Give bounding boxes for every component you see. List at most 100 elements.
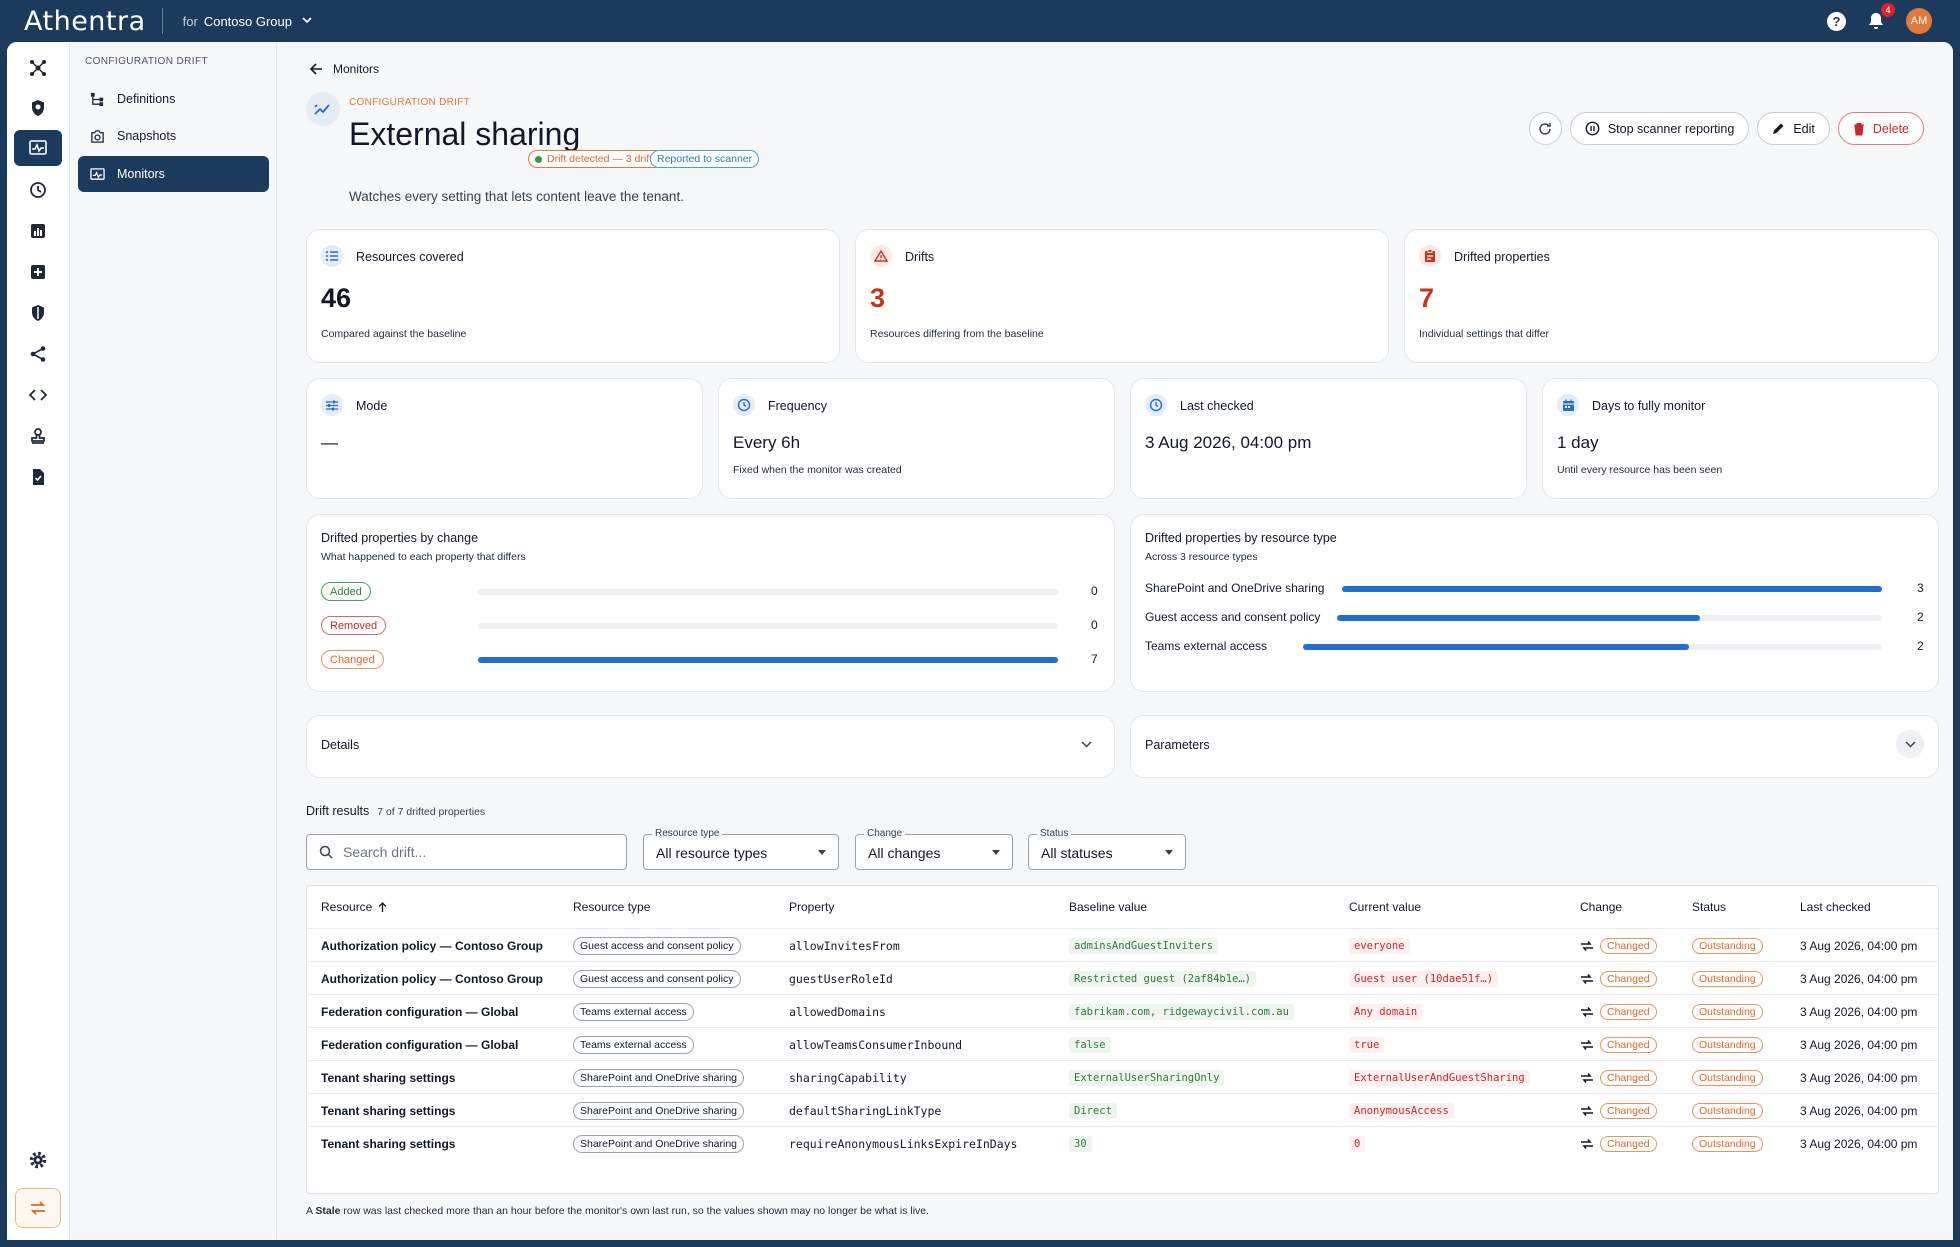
stop-scanner-reporting-button[interactable]: Stop scanner reporting	[1569, 112, 1750, 145]
page-subtitle: Watches every setting that lets content …	[349, 189, 684, 204]
bar-value: 7	[1091, 652, 1098, 666]
bar-track	[1337, 615, 1882, 621]
cell-property-value: defaultSharingLinkType	[789, 1103, 942, 1118]
cell-baseline: adminsAndGuestInviters	[1069, 929, 1219, 962]
cell-current-value: Any domain	[1349, 1003, 1423, 1020]
cell-baseline: Direct	[1069, 1094, 1117, 1127]
shield-search-icon[interactable]	[14, 90, 62, 126]
info-label: Days to fully monitor	[1592, 399, 1706, 413]
add-box-icon[interactable]	[14, 254, 62, 290]
info-label: Mode	[356, 399, 388, 413]
cell-resource: Tenant sharing settings	[321, 1061, 455, 1094]
sort-ascending-icon	[378, 901, 387, 912]
header-actions: Stop scanner reporting Edit Delete	[1528, 112, 1924, 145]
column-header-label: Property	[789, 900, 835, 914]
avatar[interactable]: AM	[1906, 8, 1932, 34]
column-header-label: Resource type	[573, 900, 651, 914]
document-check-icon[interactable]	[14, 459, 62, 495]
cell-current: 0	[1349, 1127, 1366, 1160]
column-header-label: Baseline value	[1069, 900, 1148, 914]
stale-footnote: A Stale row was last checked more than a…	[306, 1205, 929, 1217]
filter-value: All resource types	[656, 845, 768, 861]
bar-value: 0	[1091, 584, 1098, 598]
table-row[interactable]: Authorization policy — Contoso Group Gues…	[307, 961, 1938, 994]
edit-button[interactable]: Edit	[1757, 112, 1830, 145]
security-shield-icon[interactable]	[14, 295, 62, 331]
status-filter[interactable]: Status All statuses	[1028, 828, 1186, 870]
app-frame: CONFIGURATION DRIFT Definitions Snapshot…	[7, 42, 1953, 1240]
table-row[interactable]: Tenant sharing settings SharePoint and On…	[307, 1126, 1938, 1159]
details-accordion[interactable]: Details	[306, 715, 1115, 778]
notifications-button[interactable]: 4	[1866, 3, 1895, 31]
hub-icon[interactable]	[14, 50, 62, 86]
share-icon[interactable]	[14, 336, 62, 372]
search-drift-input[interactable]: Search drift...	[306, 834, 627, 870]
subnav-item-snapshots[interactable]: Snapshots	[78, 118, 269, 154]
cell-property: sharingCapability	[789, 1061, 907, 1094]
delete-button[interactable]: Delete	[1837, 112, 1924, 145]
resource-type-filter[interactable]: Resource type All resource types	[643, 828, 839, 870]
parameters-accordion[interactable]: Parameters	[1130, 715, 1939, 778]
cell-checked-value: 3 Aug 2026, 04:00 pm	[1800, 1004, 1918, 1019]
subnav-item-definitions[interactable]: Definitions	[78, 81, 269, 117]
by-type-panel: Drifted properties by resource type Acro…	[1130, 514, 1939, 692]
subnav-item-label: Snapshots	[117, 129, 177, 143]
main-content: Monitors CONFIGURATION DRIFT External sh…	[278, 42, 1953, 1240]
table-row[interactable]: Federation configuration — Global Teams e…	[307, 994, 1938, 1027]
cell-status: Outstanding	[1692, 1127, 1763, 1160]
cell-current: Any domain	[1349, 995, 1423, 1028]
by-change-panel: Drifted properties by change What happen…	[306, 514, 1115, 692]
swap-arrows-icon	[1581, 940, 1593, 951]
cell-status: Outstanding	[1692, 995, 1763, 1028]
bar-value: 2	[1917, 639, 1924, 653]
cell-property-value: allowTeamsConsumerInbound	[789, 1037, 963, 1052]
drift-monitor-icon[interactable]	[14, 130, 62, 166]
bar-chart-icon[interactable]	[14, 213, 62, 249]
table-row[interactable]: Authorization policy — Contoso Group Gues…	[307, 928, 1938, 961]
history-icon[interactable]	[14, 172, 62, 208]
cell-current-value: 0	[1349, 1135, 1366, 1152]
cell-baseline: false	[1069, 1028, 1111, 1061]
cell-checked-value: 3 Aug 2026, 04:00 pm	[1800, 1103, 1918, 1118]
column-header-change[interactable]: Change	[1580, 900, 1622, 914]
cell-checked-value: 3 Aug 2026, 04:00 pm	[1800, 1136, 1918, 1151]
cell-checked-value: 3 Aug 2026, 04:00 pm	[1800, 938, 1918, 953]
refresh-button[interactable]	[1528, 112, 1562, 145]
column-header-property[interactable]: Property	[789, 900, 834, 914]
cell-property-value: allowedDomains	[789, 1004, 886, 1019]
table-row[interactable]: Federation configuration — Global Teams e…	[307, 1027, 1938, 1060]
tree-icon	[90, 92, 104, 106]
brand-logo[interactable]: Athentra	[24, 6, 146, 37]
column-header-status[interactable]: Status	[1692, 900, 1726, 914]
subnav-item-monitors[interactable]: Monitors	[78, 156, 269, 192]
info-card-mode: Mode —	[306, 378, 703, 499]
code-icon[interactable]	[14, 377, 62, 413]
column-header-baseline[interactable]: Baseline value	[1069, 900, 1147, 914]
stamp-icon[interactable]	[14, 418, 62, 454]
cell-property-value: requireAnonymousLinksExpireInDays	[789, 1136, 1018, 1151]
settings-gear-icon[interactable]	[14, 1142, 62, 1178]
back-link-label: Monitors	[333, 62, 380, 76]
column-header-last-checked[interactable]: Last checked	[1800, 900, 1871, 914]
column-header-current[interactable]: Current value	[1349, 900, 1421, 914]
bar-value: 2	[1917, 610, 1924, 624]
cell-checked: 3 Aug 2026, 04:00 pm	[1800, 962, 1917, 995]
cell-checked: 3 Aug 2026, 04:00 pm	[1800, 929, 1917, 962]
cell-property: requireAnonymousLinksExpireInDays	[789, 1127, 1017, 1160]
column-header-resource[interactable]: Resource	[321, 900, 387, 914]
chevron-down-icon	[302, 15, 312, 28]
help-icon[interactable]: ?	[1827, 11, 1846, 31]
tenant-switcher[interactable]: for Contoso Group	[183, 14, 312, 29]
table-row[interactable]: Tenant sharing settings SharePoint and On…	[307, 1060, 1938, 1093]
change-filter[interactable]: Change All changes	[855, 828, 1013, 870]
bar-track	[478, 623, 1058, 629]
delete-label: Delete	[1872, 121, 1909, 136]
table-row[interactable]: Tenant sharing settings SharePoint and On…	[307, 1093, 1938, 1126]
filter-label: Resource type	[652, 828, 723, 840]
column-header-resource-type[interactable]: Resource type	[573, 900, 650, 914]
swap-button[interactable]	[15, 1188, 61, 1228]
swap-arrows-icon	[1581, 973, 1593, 984]
back-link[interactable]: Monitors	[310, 62, 379, 76]
filter-value: All changes	[868, 845, 941, 861]
panel-title: Drifted properties by change	[321, 531, 479, 545]
